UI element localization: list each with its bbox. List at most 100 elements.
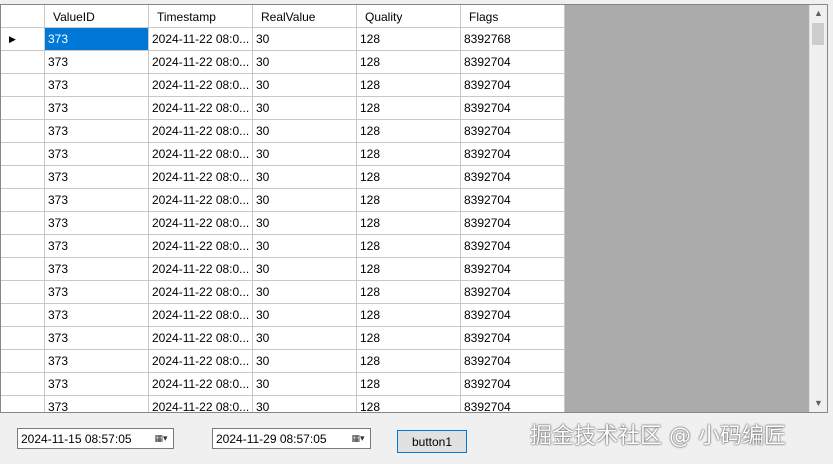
cell-realvalue[interactable]: 30 bbox=[253, 212, 357, 235]
cell-quality[interactable]: 128 bbox=[357, 373, 461, 396]
row-header[interactable] bbox=[1, 212, 45, 235]
data-grid[interactable]: ValueID Timestamp RealValue Quality Flag… bbox=[0, 4, 828, 413]
end-date-picker[interactable]: 2024-11-29 08:57:05 ▦▾ bbox=[212, 428, 371, 449]
row-header[interactable] bbox=[1, 304, 45, 327]
scroll-up-arrow-icon[interactable]: ▲ bbox=[810, 5, 827, 22]
table-row[interactable]: 373 2024-11-22 08:0... 30 128 8392704 bbox=[1, 350, 565, 373]
cell-valueid[interactable]: 373 bbox=[45, 235, 149, 258]
cell-realvalue[interactable]: 30 bbox=[253, 189, 357, 212]
cell-flags[interactable]: 8392704 bbox=[461, 189, 565, 212]
table-row[interactable]: 373 2024-11-22 08:0... 30 128 8392704 bbox=[1, 120, 565, 143]
cell-timestamp[interactable]: 2024-11-22 08:0... bbox=[149, 258, 253, 281]
row-header[interactable] bbox=[1, 189, 45, 212]
row-header[interactable] bbox=[1, 97, 45, 120]
cell-quality[interactable]: 128 bbox=[357, 396, 461, 412]
row-header[interactable] bbox=[1, 350, 45, 373]
cell-quality[interactable]: 128 bbox=[357, 166, 461, 189]
table-row[interactable]: 373 2024-11-22 08:0... 30 128 8392704 bbox=[1, 258, 565, 281]
row-header[interactable] bbox=[1, 51, 45, 74]
cell-valueid[interactable]: 373 bbox=[45, 212, 149, 235]
vertical-scrollbar[interactable]: ▲ ▼ bbox=[809, 5, 827, 412]
cell-realvalue[interactable]: 30 bbox=[253, 51, 357, 74]
cell-quality[interactable]: 128 bbox=[357, 189, 461, 212]
cell-valueid[interactable]: 373 bbox=[45, 396, 149, 412]
row-header[interactable] bbox=[1, 281, 45, 304]
cell-flags[interactable]: 8392704 bbox=[461, 327, 565, 350]
cell-timestamp[interactable]: 2024-11-22 08:0... bbox=[149, 143, 253, 166]
row-header[interactable] bbox=[1, 396, 45, 412]
table-row[interactable]: ▶ 373 2024-11-22 08:0... 30 128 8392768 bbox=[1, 28, 565, 51]
column-header-quality[interactable]: Quality bbox=[357, 5, 461, 28]
cell-valueid[interactable]: 373 bbox=[45, 51, 149, 74]
column-header-realvalue[interactable]: RealValue bbox=[253, 5, 357, 28]
cell-timestamp[interactable]: 2024-11-22 08:0... bbox=[149, 166, 253, 189]
table-row[interactable]: 373 2024-11-22 08:0... 30 128 8392704 bbox=[1, 327, 565, 350]
cell-flags[interactable]: 8392704 bbox=[461, 304, 565, 327]
cell-valueid[interactable]: 373 bbox=[45, 97, 149, 120]
cell-flags[interactable]: 8392704 bbox=[461, 281, 565, 304]
cell-realvalue[interactable]: 30 bbox=[253, 143, 357, 166]
cell-valueid[interactable]: 373 bbox=[45, 120, 149, 143]
cell-timestamp[interactable]: 2024-11-22 08:0... bbox=[149, 350, 253, 373]
cell-quality[interactable]: 128 bbox=[357, 304, 461, 327]
cell-valueid[interactable]: 373 bbox=[45, 327, 149, 350]
cell-realvalue[interactable]: 30 bbox=[253, 396, 357, 412]
cell-valueid[interactable]: 373 bbox=[45, 74, 149, 97]
row-header[interactable] bbox=[1, 327, 45, 350]
calendar-dropdown-icon[interactable]: ▦▾ bbox=[346, 433, 370, 444]
cell-realvalue[interactable]: 30 bbox=[253, 327, 357, 350]
cell-realvalue[interactable]: 30 bbox=[253, 74, 357, 97]
cell-timestamp[interactable]: 2024-11-22 08:0... bbox=[149, 189, 253, 212]
cell-timestamp[interactable]: 2024-11-22 08:0... bbox=[149, 97, 253, 120]
cell-realvalue[interactable]: 30 bbox=[253, 350, 357, 373]
cell-timestamp[interactable]: 2024-11-22 08:0... bbox=[149, 396, 253, 412]
cell-quality[interactable]: 128 bbox=[357, 235, 461, 258]
cell-flags[interactable]: 8392704 bbox=[461, 396, 565, 412]
cell-flags[interactable]: 8392704 bbox=[461, 120, 565, 143]
cell-timestamp[interactable]: 2024-11-22 08:0... bbox=[149, 304, 253, 327]
calendar-dropdown-icon[interactable]: ▦▾ bbox=[149, 433, 173, 444]
cell-flags[interactable]: 8392704 bbox=[461, 143, 565, 166]
button1[interactable]: button1 bbox=[397, 430, 467, 453]
row-header[interactable] bbox=[1, 235, 45, 258]
cell-quality[interactable]: 128 bbox=[357, 281, 461, 304]
cell-realvalue[interactable]: 30 bbox=[253, 97, 357, 120]
cell-timestamp[interactable]: 2024-11-22 08:0... bbox=[149, 120, 253, 143]
column-header-flags[interactable]: Flags bbox=[461, 5, 565, 28]
table-row[interactable]: 373 2024-11-22 08:0... 30 128 8392704 bbox=[1, 189, 565, 212]
cell-quality[interactable]: 128 bbox=[357, 28, 461, 51]
cell-timestamp[interactable]: 2024-11-22 08:0... bbox=[149, 51, 253, 74]
cell-flags[interactable]: 8392704 bbox=[461, 235, 565, 258]
cell-quality[interactable]: 128 bbox=[357, 350, 461, 373]
cell-flags[interactable]: 8392704 bbox=[461, 258, 565, 281]
row-header[interactable] bbox=[1, 373, 45, 396]
table-row[interactable]: 373 2024-11-22 08:0... 30 128 8392704 bbox=[1, 74, 565, 97]
table-row[interactable]: 373 2024-11-22 08:0... 30 128 8392704 bbox=[1, 304, 565, 327]
cell-flags[interactable]: 8392704 bbox=[461, 166, 565, 189]
cell-flags[interactable]: 8392704 bbox=[461, 51, 565, 74]
cell-quality[interactable]: 128 bbox=[357, 120, 461, 143]
cell-realvalue[interactable]: 30 bbox=[253, 258, 357, 281]
cell-realvalue[interactable]: 30 bbox=[253, 120, 357, 143]
cell-flags[interactable]: 8392704 bbox=[461, 74, 565, 97]
scroll-down-arrow-icon[interactable]: ▼ bbox=[810, 395, 827, 412]
cell-quality[interactable]: 128 bbox=[357, 143, 461, 166]
cell-valueid[interactable]: 373 bbox=[45, 281, 149, 304]
cell-realvalue[interactable]: 30 bbox=[253, 166, 357, 189]
cell-timestamp[interactable]: 2024-11-22 08:0... bbox=[149, 281, 253, 304]
cell-timestamp[interactable]: 2024-11-22 08:0... bbox=[149, 373, 253, 396]
cell-quality[interactable]: 128 bbox=[357, 258, 461, 281]
cell-valueid[interactable]: 373 bbox=[45, 143, 149, 166]
row-header[interactable]: ▶ bbox=[1, 28, 45, 51]
table-row[interactable]: 373 2024-11-22 08:0... 30 128 8392704 bbox=[1, 396, 565, 412]
row-header[interactable] bbox=[1, 143, 45, 166]
cell-quality[interactable]: 128 bbox=[357, 74, 461, 97]
table-row[interactable]: 373 2024-11-22 08:0... 30 128 8392704 bbox=[1, 281, 565, 304]
cell-valueid[interactable]: 373 bbox=[45, 258, 149, 281]
start-date-value[interactable]: 2024-11-15 08:57:05 bbox=[18, 432, 149, 446]
cell-timestamp[interactable]: 2024-11-22 08:0... bbox=[149, 28, 253, 51]
cell-flags[interactable]: 8392704 bbox=[461, 97, 565, 120]
table-row[interactable]: 373 2024-11-22 08:0... 30 128 8392704 bbox=[1, 373, 565, 396]
cell-realvalue[interactable]: 30 bbox=[253, 28, 357, 51]
cell-quality[interactable]: 128 bbox=[357, 51, 461, 74]
